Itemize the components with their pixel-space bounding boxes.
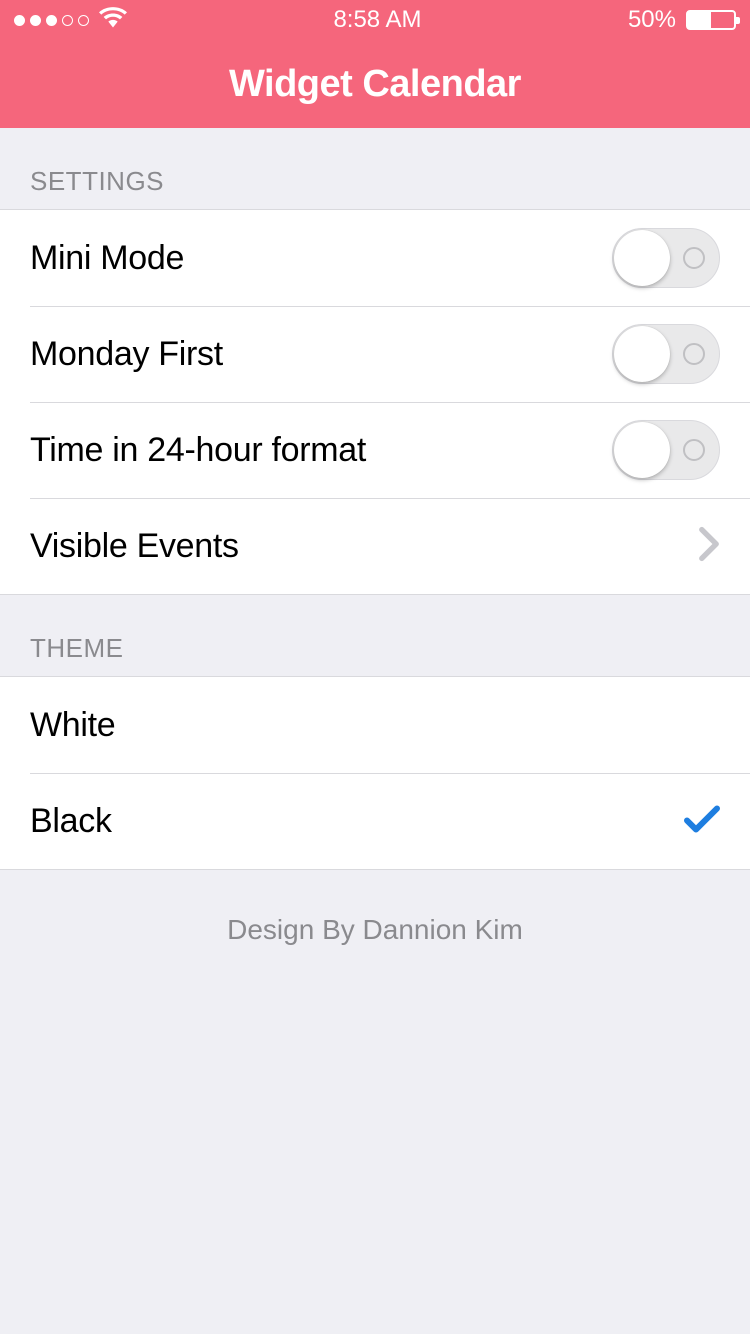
theme-white-label: White [30,706,115,745]
monday-first-label: Monday First [30,335,223,374]
theme-white-row[interactable]: White [0,677,750,773]
nav-bar: Widget Calendar [0,40,750,128]
signal-strength-icon [14,15,89,26]
section-header-theme: THEME [0,595,750,676]
monday-first-row: Monday First [0,306,750,402]
mini-mode-toggle[interactable] [612,228,720,288]
theme-group: White Black [0,676,750,870]
visible-events-row[interactable]: Visible Events [0,498,750,594]
footer-credit: Design By Dannion Kim [0,870,750,990]
mini-mode-row: Mini Mode [0,210,750,306]
battery-icon [686,10,736,30]
theme-black-label: Black [30,802,112,841]
settings-group: Mini Mode Monday First Time in 24-hour f… [0,209,750,595]
status-bar: 8:58 AM 50% [0,0,750,40]
chevron-right-icon [698,526,720,567]
time-24h-toggle[interactable] [612,420,720,480]
checkmark-icon [684,804,720,839]
time-24h-row: Time in 24-hour format [0,402,750,498]
section-header-settings: SETTINGS [0,128,750,209]
visible-events-label: Visible Events [30,527,239,566]
status-right: 50% [628,6,736,34]
mini-mode-label: Mini Mode [30,239,184,278]
status-left [14,6,127,35]
theme-black-row[interactable]: Black [0,773,750,869]
wifi-icon [99,6,127,35]
monday-first-toggle[interactable] [612,324,720,384]
time-24h-label: Time in 24-hour format [30,431,366,470]
status-time: 8:58 AM [333,6,421,34]
page-title: Widget Calendar [229,63,521,106]
battery-percent: 50% [628,6,676,34]
